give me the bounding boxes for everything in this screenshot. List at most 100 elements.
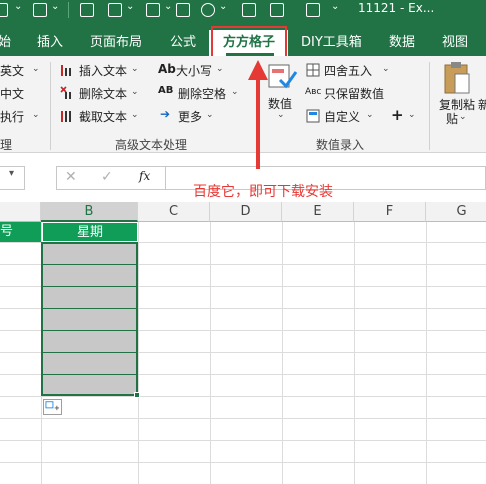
column-header-f[interactable]: F [354,202,426,222]
column-header-d[interactable]: D [210,202,282,222]
chevron-down-icon[interactable]: ⌄ [126,1,134,12]
chevron-down-icon[interactable]: ⌄ [14,1,22,12]
insert-text-icon [61,65,71,76]
tab-insert[interactable]: 插入 [37,31,63,50]
cell-border [43,286,136,287]
grid-line [0,462,486,463]
group-label-advanced-text: 高级文本处理 [115,138,188,152]
chevron-down-icon[interactable]: ⌄ [206,110,214,120]
chevron-down-icon[interactable]: ⌄ [459,112,467,122]
insert-function-icon[interactable]: fx [139,169,150,183]
column-header-e[interactable]: E [282,202,354,222]
cell-border [43,330,136,331]
extract-text-icon [61,111,71,122]
copy-paste-button-line2: 贴 [446,112,459,126]
chevron-down-icon[interactable]: ⌄ [32,64,40,74]
group-divider [50,62,51,150]
grid-line [0,440,486,441]
tab-home[interactable]: 始 [0,31,11,50]
custom-button[interactable]: 自定义 [324,108,360,125]
delete-spaces-button[interactable]: 删除空格 [178,85,226,102]
confirm-icon[interactable]: ✓ [101,169,113,185]
grid-icon[interactable] [146,3,160,17]
grid-line [426,222,427,484]
chart-icon[interactable] [108,3,122,17]
tab-view[interactable]: 视图 [442,31,468,50]
extract-text-button[interactable]: 截取文本 [79,108,127,125]
undo-icon[interactable] [0,3,8,17]
grid-line [354,222,355,484]
chevron-down-icon[interactable]: ⌄ [216,64,224,74]
tab-formulas[interactable]: 公式 [170,31,196,50]
selected-range[interactable] [41,242,138,396]
chevron-down-icon[interactable]: ⌄ [382,64,390,74]
cancel-icon[interactable]: ✕ [65,169,77,185]
paste-options-icon[interactable] [43,399,62,415]
divider [68,2,69,18]
table-icon[interactable] [80,3,94,17]
chevron-down-icon[interactable]: ⌄ [231,87,239,97]
chevron-down-icon[interactable]: ⌄ [277,110,285,120]
round-button[interactable]: 四舍五入 [324,62,372,79]
grid-line [0,396,486,397]
delete-spaces-icon: AB [158,85,174,96]
grid-line [210,222,211,484]
shape-icon[interactable] [201,3,215,17]
column-header-b[interactable]: B [41,202,138,222]
group-label-left: 理 [0,138,13,152]
chevron-down-icon[interactable]: ⌄ [366,110,374,120]
column-header-c[interactable]: C [138,202,210,222]
more-button[interactable]: 更多 [178,108,202,125]
ribbon-item-new[interactable]: 新 [478,96,486,113]
insert-text-button[interactable]: 插入文本 [79,62,127,79]
chevron-down-icon[interactable]: ⌄ [219,1,227,12]
annotation-arrow [256,76,260,169]
value-icon [268,64,298,89]
column-header-g[interactable]: G [426,202,486,222]
custom-icon [306,109,320,123]
ribbon-item-execute[interactable]: 执行 [0,108,24,125]
cell-header-b[interactable]: 星期 [42,222,138,242]
delete-text-button[interactable]: 删除文本 [79,85,127,102]
chevron-down-icon[interactable]: ⌄ [131,64,139,74]
keep-numeric-icon: Aʙc [305,87,322,97]
sort-icon[interactable] [270,3,284,17]
title-bar: ⌄ ⌄ ⌄ ⌄ ⌄ ⌄ 11121 - Ex... [0,0,486,21]
tab-diy-toolbox[interactable]: DIY工具箱 [301,31,362,50]
chevron-down-icon[interactable]: ⌄ [408,110,416,120]
ribbon-item-english[interactable]: 英文 [0,62,24,79]
grid-line [282,222,283,484]
camera-icon[interactable] [176,3,190,17]
chevron-down-icon[interactable]: ⌄ [131,110,139,120]
chevron-down-icon[interactable]: ⌄ [51,1,59,12]
excel-window: ⌄ ⌄ ⌄ ⌄ ⌄ ⌄ 11121 - Ex... 始 插入 页面布局 公式 方… [0,0,486,484]
text-box-icon[interactable] [242,3,256,17]
cell-border [43,352,136,353]
tab-data[interactable]: 数据 [389,31,415,50]
chevron-down-icon[interactable]: ⌄ [32,110,40,120]
cell-border [43,374,136,375]
redo-icon[interactable] [33,3,47,17]
group-label-number-entry: 数值录入 [316,138,365,152]
ribbon-item-chinese[interactable]: 中文 [0,85,24,102]
group-divider [429,62,430,150]
chevron-down-icon[interactable]: ⌄ [131,87,139,97]
annotation-arrow-head [248,60,268,80]
arrow-right-icon: ➔ [160,107,171,121]
case-icon: Ab [158,62,176,76]
paste-options-glyph [45,401,60,411]
grid-line [0,418,486,419]
tab-page-layout[interactable]: 页面布局 [90,31,142,50]
cell-header-a[interactable]: 号 [0,222,41,242]
customize-toolbar-icon[interactable]: ⌄ [331,1,339,12]
plus-icon[interactable]: + [391,106,404,124]
delete-text-icon [60,86,71,99]
chevron-down-icon[interactable]: ⌄ [164,1,172,12]
column-header-a[interactable] [0,202,41,222]
keep-numeric-button[interactable]: 只保留数值 [324,85,384,102]
checkbox-icon[interactable] [306,3,320,17]
case-button[interactable]: 大小写 [176,62,212,79]
grid-line [138,222,139,484]
fill-handle[interactable] [134,392,140,398]
chevron-down-icon[interactable]: ▾ [9,168,14,179]
